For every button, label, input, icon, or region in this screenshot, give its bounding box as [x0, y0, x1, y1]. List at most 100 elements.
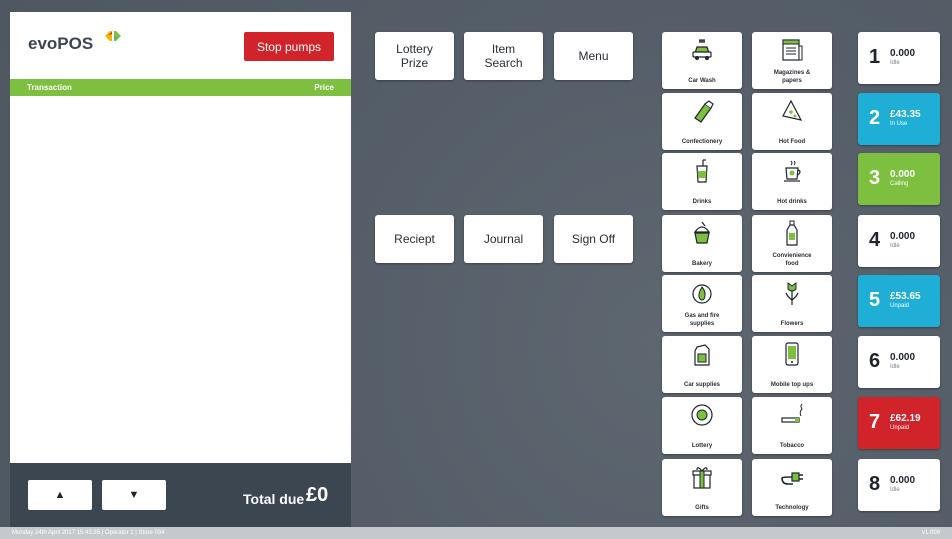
sign-off-button[interactable]: Sign Off — [554, 215, 633, 263]
bottle-icon — [752, 220, 832, 246]
cigarette-icon — [752, 402, 832, 428]
pump-6[interactable]: 6 0.000 Idle — [858, 336, 940, 388]
category-label: Technology — [775, 504, 809, 511]
category-mobile-top-ups[interactable]: Mobile top ups — [752, 336, 832, 393]
pump-number: 3 — [869, 167, 881, 189]
pump-amount: 0.000 — [890, 48, 916, 59]
pump-status: Idle — [890, 487, 900, 493]
pump-amount: £62.19 — [890, 413, 921, 424]
cupcake-icon — [662, 220, 742, 246]
category-confectionery[interactable]: Confectionery — [662, 93, 742, 150]
car-wash-icon — [662, 37, 742, 63]
category-lottery[interactable]: Lottery — [662, 397, 742, 454]
category-label: Car supplies — [683, 381, 720, 388]
category-gifts[interactable]: Gifts — [662, 459, 742, 516]
category-bakery[interactable]: Bakery — [662, 215, 742, 272]
pump-status: Calling — [890, 181, 909, 187]
status-bar: Monday 24th April 2017 15:43:35 | Operat… — [0, 527, 952, 539]
total-due-label: Total due — [243, 491, 305, 507]
plug-icon — [752, 464, 832, 490]
transaction-list[interactable] — [10, 96, 351, 463]
category-car-wash[interactable]: Car Wash — [662, 32, 742, 89]
category-label: Tobacco — [779, 442, 805, 449]
item-search-button[interactable]: Item Search — [464, 32, 543, 80]
pump-3[interactable]: 3 0.000 Calling — [858, 153, 940, 205]
pump-amount: 0.000 — [890, 231, 916, 242]
scroll-up-button[interactable]: ▲ — [28, 480, 92, 510]
logo-mark-icon — [105, 31, 121, 41]
category-label: Drinks — [692, 198, 712, 205]
pump-number: 6 — [869, 350, 881, 372]
category-car-supplies[interactable]: Car supplies — [662, 336, 742, 393]
pump-8[interactable]: 8 0.000 Idle — [858, 459, 940, 511]
phone-icon — [752, 341, 832, 367]
pump-number: 7 — [869, 411, 881, 433]
pump-number: 2 — [869, 107, 881, 129]
category-convenience-food[interactable]: Convienience food — [752, 215, 832, 272]
category-label: Bakery — [691, 260, 712, 267]
pos-screen: evoPOS Stop pumps Transaction Price ▲ ▼ … — [0, 0, 952, 539]
transaction-panel: evoPOS Stop pumps Transaction Price ▲ ▼ … — [10, 12, 351, 527]
flower-icon — [752, 280, 832, 306]
pump-status: Unpaid — [890, 303, 910, 309]
pump-number: 5 — [869, 289, 881, 311]
coffee-icon — [752, 158, 832, 184]
oil-can-icon — [662, 341, 742, 367]
pump-status: Idle — [890, 364, 900, 370]
category-label: Gas and fire supplies — [684, 313, 720, 327]
pump-2[interactable]: 2 £43.35 In Use — [858, 93, 940, 145]
app-logo: evoPOS — [28, 34, 94, 53]
pump-7[interactable]: 7 £62.19 Unpaid — [858, 397, 940, 449]
price-column-label: Price — [314, 83, 334, 92]
category-label: Car Wash — [688, 77, 716, 84]
pump-amount: 0.000 — [890, 169, 916, 180]
pump-amount: 0.000 — [890, 475, 916, 486]
category-label: Gifts — [695, 504, 709, 511]
category-label: Convienience food — [772, 253, 812, 267]
cup-icon — [662, 158, 742, 184]
flame-icon — [662, 280, 742, 306]
lottery-prize-button[interactable]: Lottery Prize — [375, 32, 454, 80]
category-tobacco[interactable]: Tobacco — [752, 397, 832, 454]
category-label: Hot Food — [778, 138, 806, 145]
pump-1[interactable]: 1 0.000 Idle — [858, 32, 940, 84]
category-hot-drinks[interactable]: Hot drinks — [752, 153, 832, 210]
pump-number: 4 — [869, 229, 881, 251]
pump-status: Idle — [890, 243, 900, 249]
category-technology[interactable]: Technology — [752, 459, 832, 516]
transaction-column-label: Transaction — [27, 83, 72, 92]
total-due-value: £0 — [306, 484, 329, 506]
pump-status: Idle — [890, 60, 900, 66]
gift-icon — [662, 464, 742, 490]
category-label: Confectionery — [681, 138, 723, 145]
transaction-header: Transaction Price — [10, 79, 351, 96]
category-gas-fire[interactable]: Gas and fire supplies — [662, 275, 742, 332]
menu-button[interactable]: Menu — [554, 32, 633, 80]
candy-icon — [662, 98, 742, 124]
category-magazines[interactable]: Magazines & papers — [752, 32, 832, 89]
receipt-button[interactable]: Reciept — [375, 215, 454, 263]
category-hot-food[interactable]: Hot Food — [752, 93, 832, 150]
category-flowers[interactable]: Flowers — [752, 275, 832, 332]
arrow-down-icon: ▼ — [128, 489, 140, 501]
pump-amount: 0.000 — [890, 352, 916, 363]
category-label: Magazines & papers — [773, 70, 811, 84]
arrow-up-icon: ▲ — [54, 489, 66, 501]
pizza-icon — [752, 98, 832, 124]
pump-amount: £43.35 — [890, 109, 921, 120]
pump-number: 1 — [869, 46, 881, 68]
status-version: v1.009 — [921, 530, 940, 536]
category-label: Flowers — [780, 320, 804, 327]
status-session-info: Monday 24th April 2017 15:43:35 | Operat… — [12, 530, 165, 536]
scroll-down-button[interactable]: ▼ — [102, 480, 166, 510]
pump-5[interactable]: 5 £53.65 Unpaid — [858, 275, 940, 327]
pump-number: 8 — [869, 473, 881, 495]
lottery-ball-icon — [662, 402, 742, 428]
transaction-footer: ▲ ▼ Total due £0 — [10, 463, 351, 527]
pump-4[interactable]: 4 0.000 Idle — [858, 215, 940, 267]
journal-button[interactable]: Journal — [464, 215, 543, 263]
stop-pumps-button[interactable]: Stop pumps — [244, 32, 334, 61]
category-label: Mobile top ups — [770, 381, 814, 388]
category-drinks[interactable]: Drinks — [662, 153, 742, 210]
pump-status: In Use — [890, 121, 908, 127]
